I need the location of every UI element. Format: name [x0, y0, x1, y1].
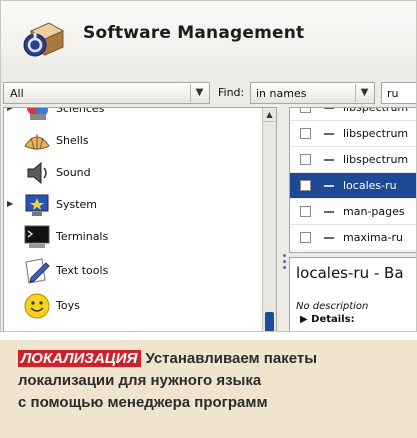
- caption-text-1: Устанавливаем пакеты: [145, 350, 318, 367]
- tree-item-system[interactable]: ▶ System: [4, 190, 262, 220]
- search-input[interactable]: [381, 82, 416, 104]
- caption-line-2: локализации для нужного языка: [18, 372, 262, 389]
- category-tree: ▶ Sciences Shells Sound ▶ System Termina…: [3, 107, 277, 331]
- package-status-icon: [324, 211, 334, 213]
- package-row[interactable]: libspectrum: [290, 121, 416, 147]
- caption-line-1: ЛОКАЛИЗАЦИЯ Устанавливаем пакеты: [18, 348, 407, 370]
- category-scrollbar[interactable]: ▲: [262, 108, 276, 331]
- software-management-icon: [23, 22, 65, 57]
- package-row[interactable]: libspectrum: [290, 107, 416, 121]
- tree-item-sciences[interactable]: ▶ Sciences: [4, 107, 262, 124]
- tree-item-text-tools[interactable]: Text tools: [4, 256, 262, 286]
- package-checkbox[interactable]: [300, 232, 311, 243]
- package-checkbox[interactable]: [300, 108, 311, 113]
- package-row[interactable]: man-pages: [290, 199, 416, 225]
- expand-arrow-icon: ▶: [300, 314, 312, 325]
- package-name: libspectrum: [343, 127, 409, 140]
- system-icon: [25, 194, 49, 216]
- title-bar: Software Management: [1, 1, 416, 77]
- filter-toolbar: All ▼ Find: in names ▼: [1, 82, 416, 104]
- caption-line-3: с помощью менеджера программ: [18, 394, 268, 411]
- package-description: No description: [296, 301, 369, 312]
- package-row[interactable]: libspectrum: [290, 147, 416, 173]
- tree-item-sound[interactable]: Sound: [4, 158, 262, 188]
- caption-tag: ЛОКАЛИЗАЦИЯ: [18, 350, 142, 367]
- text-editor-icon: [25, 258, 50, 284]
- tree-item-label: Terminals: [56, 230, 109, 243]
- find-mode-select[interactable]: in names ▼: [250, 82, 375, 104]
- article-caption: ЛОКАЛИЗАЦИЯ Устанавливаем пакеты локализа…: [0, 340, 417, 438]
- tree-item-toys[interactable]: Toys: [4, 291, 262, 321]
- find-label: Find:: [218, 86, 245, 99]
- app-title: Software Management: [83, 23, 305, 43]
- package-status-icon: [324, 237, 334, 239]
- terminal-icon: [24, 225, 50, 248]
- package-status-icon: [324, 133, 334, 135]
- package-name: locales-ru: [343, 179, 397, 192]
- find-mode-value: in names: [256, 87, 307, 100]
- package-row-selected[interactable]: locales-ru: [290, 173, 416, 199]
- speaker-icon: [27, 161, 47, 185]
- group-select[interactable]: All ▼: [3, 82, 210, 104]
- scroll-up-icon[interactable]: ▲: [263, 108, 276, 122]
- package-name: libspectrum: [343, 107, 409, 114]
- details-expander[interactable]: ▶ Details:: [300, 314, 355, 325]
- package-details-title: locales-ru - Ba: [296, 264, 404, 282]
- package-checkbox[interactable]: [300, 154, 311, 165]
- sciences-icon: [27, 108, 48, 120]
- tree-item-label: Shells: [56, 134, 89, 147]
- tree-item-label: Toys: [56, 299, 80, 312]
- chevron-down-icon: ▼: [355, 84, 373, 102]
- package-list: libspectrum libspectrum libspectrum loca…: [289, 107, 416, 253]
- package-status-icon: [324, 159, 334, 161]
- package-name: maxima-ru: [343, 231, 403, 244]
- expand-arrow-icon[interactable]: ▶: [7, 199, 13, 208]
- tree-item-label: System: [56, 198, 98, 211]
- pane-splitter[interactable]: [281, 251, 287, 281]
- tree-item-label: Sciences: [56, 107, 105, 115]
- package-name: man-pages: [343, 205, 405, 218]
- package-checkbox[interactable]: [300, 206, 311, 217]
- scroll-thumb[interactable]: [265, 312, 274, 331]
- package-name: libspectrum: [343, 153, 409, 166]
- details-label: Details:: [311, 314, 355, 325]
- package-checkbox[interactable]: [300, 180, 311, 191]
- package-checkbox[interactable]: [300, 128, 311, 139]
- package-details-pane: locales-ru - Ba No description ▶ Details…: [289, 257, 416, 331]
- package-status-icon: [324, 185, 334, 187]
- tree-item-label: Sound: [56, 166, 91, 179]
- shell-icon: [24, 134, 50, 150]
- expand-arrow-icon[interactable]: ▶: [7, 108, 13, 112]
- package-status-icon: [324, 108, 334, 109]
- software-management-window: Software Management All ▼ Find: in names…: [0, 0, 417, 332]
- smiley-icon: [24, 293, 50, 319]
- tree-item-terminals[interactable]: Terminals: [4, 222, 262, 252]
- tree-item-label: Text tools: [56, 264, 109, 277]
- tree-item-shells[interactable]: Shells: [4, 126, 262, 156]
- package-row[interactable]: maxima-ru: [290, 225, 416, 251]
- group-select-value: All: [10, 87, 24, 100]
- chevron-down-icon: ▼: [190, 84, 208, 102]
